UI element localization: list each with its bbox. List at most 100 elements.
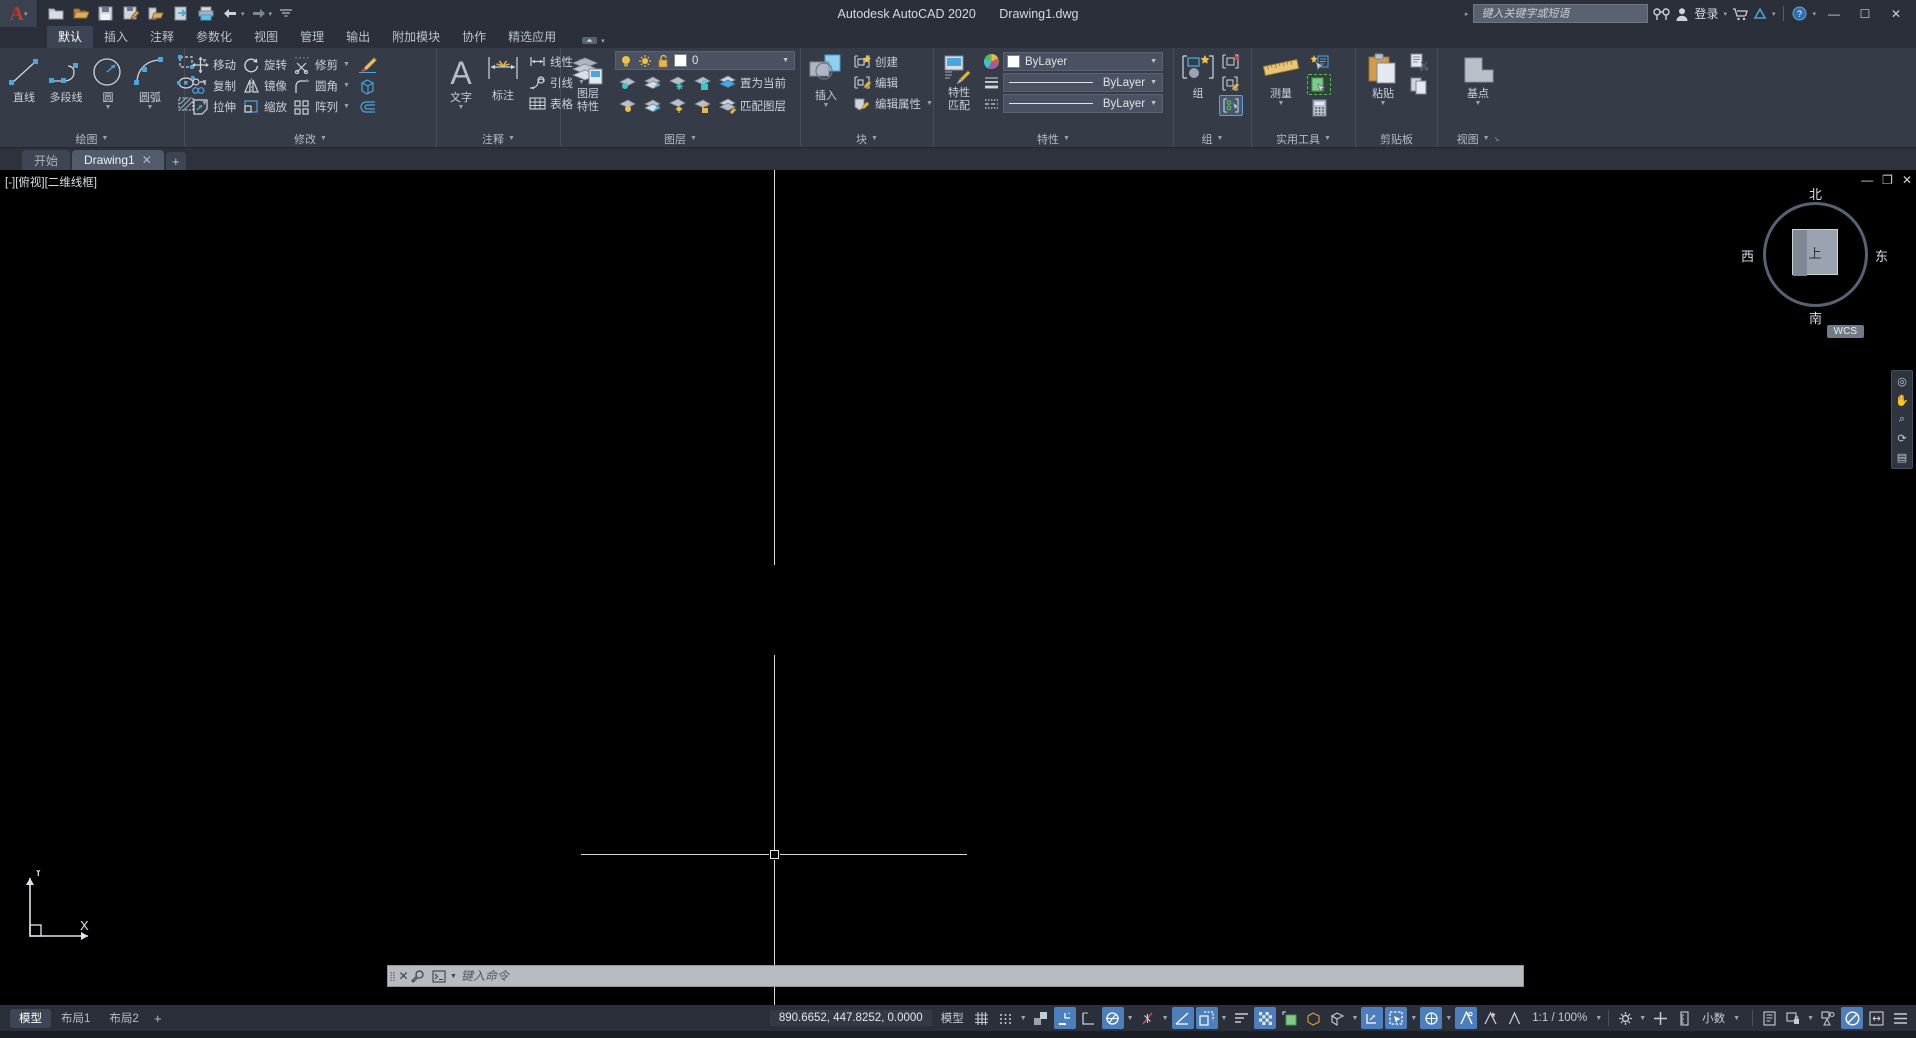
paste-button[interactable]: 粘贴 ▼ <box>1359 51 1407 109</box>
help-icon[interactable]: ? <box>1792 6 1807 21</box>
stay-connected-icon[interactable] <box>1753 7 1767 21</box>
orbit-icon[interactable]: ⟳ <box>1897 432 1906 445</box>
doc-tab-add-button[interactable]: + <box>166 152 186 170</box>
modify-array-button[interactable]: 阵列 ▼ <box>290 96 353 117</box>
snap-mode-toggle[interactable] <box>995 1007 1017 1029</box>
sign-in-dropdown-icon[interactable]: ▾ <box>1723 10 1727 18</box>
ribbon-tab-output[interactable]: 输出 <box>335 26 381 48</box>
drawing-canvas[interactable]: [-][俯视][二维线框] — ❐ ✕ 上 北 南 东 西 WCS ◎ ✋ ⌕ … <box>0 170 1916 1005</box>
lock-ui-dropdown-icon[interactable]: ▼ <box>1807 1015 1814 1022</box>
modify-rotate-button[interactable]: 旋转 <box>239 54 290 75</box>
viewport-minimize-icon[interactable]: — <box>1861 173 1873 187</box>
quick-select-button[interactable] <box>1307 51 1331 72</box>
user-account-icon[interactable] <box>1675 7 1689 21</box>
paste-dropdown-icon[interactable]: ▼ <box>1380 100 1387 107</box>
gizmo-toggle[interactable] <box>1420 1007 1442 1029</box>
layer-match-button[interactable]: 匹配图层 <box>715 95 789 116</box>
open-from-web-button[interactable] <box>144 2 167 25</box>
draw-arc-dropdown-icon[interactable]: ▼ <box>147 104 154 111</box>
panel-properties-expand-icon[interactable]: ▼ <box>1063 135 1070 142</box>
hardware-acceleration-toggle[interactable] <box>1254 1007 1276 1029</box>
annotation-scale-button[interactable] <box>1503 1007 1525 1029</box>
layer-unisolate-button[interactable] <box>640 72 664 93</box>
panel-layers-expand-icon[interactable]: ▼ <box>690 135 697 142</box>
property-color-dropdown-icon[interactable]: ▼ <box>1150 58 1159 65</box>
modify-fillet-dropdown-icon[interactable]: ▼ <box>343 82 350 89</box>
color-wheel-icon[interactable] <box>983 53 1000 70</box>
property-color-combo[interactable]: ByLayer ▼ <box>1003 52 1163 71</box>
modify-copy-button[interactable]: 复制 <box>188 75 239 96</box>
layer-make-current-button[interactable]: 置为当前 <box>715 72 789 93</box>
3d-object-snap-toggle[interactable] <box>1302 1007 1324 1029</box>
annotation-visibility-toggle[interactable] <box>1455 1007 1477 1029</box>
modify-offset-button[interactable] <box>356 96 380 117</box>
auto-scale-toggle[interactable] <box>1479 1007 1501 1029</box>
draw-polyline-button[interactable]: 多段线 <box>45 51 87 106</box>
command-input[interactable] <box>459 968 1523 984</box>
modify-scale-button[interactable]: 缩放 <box>239 96 290 117</box>
current-layer-combo[interactable]: 0 ▼ <box>615 51 795 70</box>
modify-fillet-button[interactable]: 圆角 ▼ <box>290 75 353 96</box>
selection-filter-dropdown-icon[interactable]: ▼ <box>1410 1015 1417 1022</box>
ribbon-tab-collaborate[interactable]: 协作 <box>451 26 497 48</box>
isolate-objects-status-button[interactable] <box>1817 1007 1839 1029</box>
layer-isolate-button[interactable] <box>615 72 639 93</box>
annotation-scale-value[interactable]: 1:1 / 100% <box>1527 1007 1592 1029</box>
help-dropdown-icon[interactable]: ▾ <box>1812 10 1816 18</box>
ribbon-tab-annotate[interactable]: 注释 <box>139 26 185 48</box>
full-navigation-wheel-icon[interactable]: ◎ <box>1897 375 1907 388</box>
viewport-close-icon[interactable]: ✕ <box>1902 173 1912 187</box>
group-selection-on-button[interactable] <box>1219 95 1243 116</box>
panel-draw-expand-icon[interactable]: ▼ <box>102 135 109 142</box>
panel-modify-expand-icon[interactable]: ▼ <box>320 135 327 142</box>
layer-on-icon[interactable] <box>619 54 633 68</box>
copy-clip-button[interactable] <box>1407 75 1431 96</box>
properties-match-button[interactable]: 特性 匹配 <box>937 51 981 114</box>
view-cube-south-label[interactable]: 南 <box>1809 308 1822 327</box>
property-linetype-combo[interactable]: ByLayer ▼ <box>1003 94 1163 113</box>
command-line-grip[interactable]: ⣿ <box>388 966 396 986</box>
viewport-restore-icon[interactable]: ❐ <box>1882 173 1893 187</box>
dynamic-ucs-toggle[interactable] <box>1361 1007 1383 1029</box>
property-linetype-dropdown-icon[interactable]: ▼ <box>1150 100 1159 107</box>
search-box[interactable] <box>1473 4 1648 23</box>
object-snap-tracking-dropdown-icon[interactable]: ▼ <box>1127 1015 1134 1022</box>
annotation-text-button[interactable]: A 文字 ▼ <box>440 51 482 113</box>
navigation-bar[interactable]: ◎ ✋ ⌕ ⟳ ▤ <box>1891 370 1913 469</box>
linetype-icon[interactable] <box>983 95 1000 112</box>
modify-trim-button[interactable]: 修剪 ▼ <box>290 54 353 75</box>
customize-qat-button[interactable] <box>274 2 297 25</box>
stay-connected-dropdown-icon[interactable]: ▾ <box>1772 10 1776 18</box>
selection-filter-toggle[interactable] <box>1385 1007 1407 1029</box>
object-snap-toggle[interactable] <box>1137 1007 1159 1029</box>
ungroup-button[interactable] <box>1219 51 1243 72</box>
layer-freeze-button[interactable] <box>665 72 689 93</box>
layout-tab-model[interactable]: 模型 <box>10 1009 51 1028</box>
cut-button[interactable] <box>1407 51 1431 72</box>
layout-tab-layout1[interactable]: 布局1 <box>52 1009 99 1028</box>
ribbon-minimize-dropdown-icon[interactable]: ▾ <box>601 37 605 45</box>
zoom-extents-icon[interactable]: ⌕ <box>1899 413 1905 426</box>
ribbon-tab-addins[interactable]: 附加模块 <box>381 26 451 48</box>
layout-tab-add-button[interactable]: + <box>149 1009 167 1027</box>
property-lineweight-dropdown-icon[interactable]: ▼ <box>1150 79 1159 86</box>
panel-groups-expand-icon[interactable]: ▼ <box>1217 135 1224 142</box>
autodesk-app-store-icon[interactable] <box>1732 7 1748 21</box>
layer-freeze-icon[interactable] <box>638 54 652 68</box>
block-edit-button[interactable]: 编辑 <box>850 72 936 93</box>
annotation-scale-change-toggle[interactable] <box>1196 1007 1218 1029</box>
new-file-button[interactable] <box>44 2 67 25</box>
view-cube-west-label[interactable]: 西 <box>1741 246 1754 265</box>
view-cube-top-face[interactable]: 上 <box>1792 229 1838 275</box>
workspace-switching-button[interactable] <box>1230 1007 1252 1029</box>
viewport-label[interactable]: [-][俯视][二维线框] <box>5 174 97 190</box>
quick-measure-button[interactable] <box>1307 74 1331 95</box>
redo-dropdown-icon[interactable]: ▾ <box>269 10 273 18</box>
units-icon-button[interactable] <box>1673 1007 1695 1029</box>
pan-icon[interactable]: ✋ <box>1895 394 1909 407</box>
show-annotation-objects-toggle[interactable] <box>1172 1007 1194 1029</box>
modify-array-dropdown-icon[interactable]: ▼ <box>343 103 350 110</box>
customization-menu-button[interactable] <box>1889 1007 1911 1029</box>
view-cube-east-label[interactable]: 东 <box>1875 246 1888 265</box>
layer-merge-button[interactable] <box>640 95 664 116</box>
